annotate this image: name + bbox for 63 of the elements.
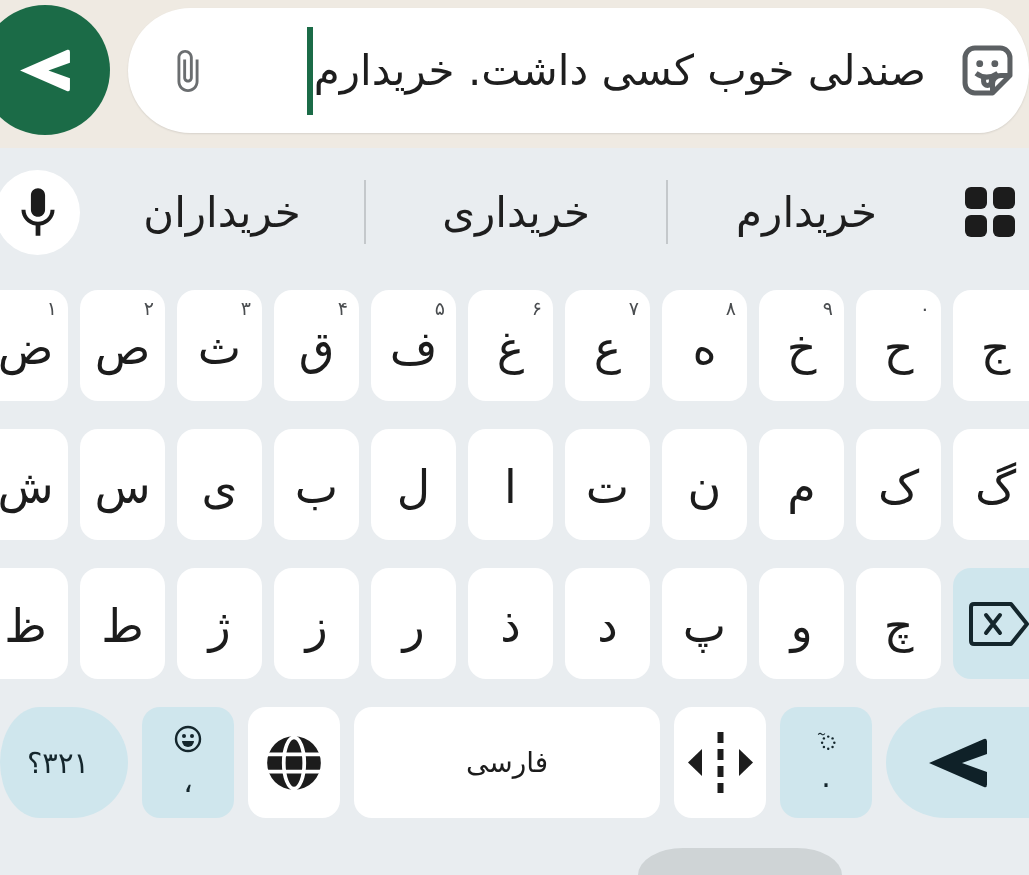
letter-key[interactable]: ض ۱ xyxy=(0,290,68,401)
key-hint: ۶ xyxy=(531,299,542,318)
letter-key[interactable]: د xyxy=(565,568,650,679)
letter-key[interactable]: خ ۹ xyxy=(759,290,844,401)
letter-key[interactable]: ث ۳ xyxy=(177,290,262,401)
key-hint: ۸ xyxy=(725,299,736,318)
sticker-icon[interactable] xyxy=(960,43,1015,98)
letter-key[interactable]: ی xyxy=(177,429,262,540)
suggestion[interactable]: خریداران xyxy=(143,187,301,237)
letter-key[interactable]: ق ۴ xyxy=(274,290,359,401)
letter-key[interactable]: س xyxy=(80,429,165,540)
letter-key[interactable]: ک xyxy=(856,429,941,540)
letter-key[interactable]: ل xyxy=(371,429,456,540)
letter-key[interactable]: ز xyxy=(274,568,359,679)
letter-key[interactable]: ا xyxy=(468,429,553,540)
letter-key[interactable]: ه ۸ xyxy=(662,290,747,401)
letter-key[interactable]: م xyxy=(759,429,844,540)
period-key[interactable]: . xyxy=(780,707,872,818)
grid-icon[interactable] xyxy=(965,187,1015,237)
letter-key[interactable]: ع ۷ xyxy=(565,290,650,401)
letter-key[interactable]: چ xyxy=(856,568,941,679)
letter-key[interactable]: ب xyxy=(274,429,359,540)
key-hint: ۵ xyxy=(434,299,445,318)
key-hint: ۳ xyxy=(240,299,251,318)
smiley-icon xyxy=(174,725,202,753)
letter-key[interactable]: ذ xyxy=(468,568,553,679)
suggestion[interactable]: خریدارم xyxy=(736,187,877,237)
letter-key[interactable]: ص ۲ xyxy=(80,290,165,401)
key-hint: ۲ xyxy=(143,299,154,318)
symbols-key[interactable]: ۱۲۳؟ xyxy=(0,707,128,818)
key-hint: ۰ xyxy=(919,299,930,318)
letter-key[interactable]: ظ xyxy=(0,568,68,679)
letter-key[interactable]: ج xyxy=(953,290,1029,401)
globe-icon xyxy=(266,734,322,791)
backspace-icon xyxy=(969,601,1029,646)
suggestion[interactable]: خریداری xyxy=(442,187,590,237)
space-key[interactable]: فارسی xyxy=(354,707,660,818)
dotted-circle-icon xyxy=(816,731,836,750)
cursor-arrows-icon xyxy=(687,732,753,793)
key-hint: ۷ xyxy=(628,299,639,318)
letter-key[interactable]: گ xyxy=(953,429,1029,540)
letter-key[interactable]: ط xyxy=(80,568,165,679)
cursor-key[interactable] xyxy=(674,707,766,818)
letter-key[interactable]: ت xyxy=(565,429,650,540)
key-hint: ۴ xyxy=(337,299,348,318)
letter-key[interactable]: ش xyxy=(0,429,68,540)
letter-key[interactable]: ن xyxy=(662,429,747,540)
backspace-key[interactable] xyxy=(953,568,1029,679)
letter-key[interactable]: غ ۶ xyxy=(468,290,553,401)
letter-key[interactable]: پ xyxy=(662,568,747,679)
letter-key[interactable]: ر xyxy=(371,568,456,679)
letter-key[interactable]: ح ۰ xyxy=(856,290,941,401)
enter-key[interactable] xyxy=(886,707,1029,818)
message-field[interactable]: صندلی خوب کسی داشت. خریدارم xyxy=(306,26,926,115)
letter-key[interactable]: و xyxy=(759,568,844,679)
key-hint: ۹ xyxy=(822,299,833,318)
letter-key[interactable]: ژ xyxy=(177,568,262,679)
language-key[interactable] xyxy=(248,707,340,818)
key-hint: ۱ xyxy=(46,299,57,318)
send-icon xyxy=(928,737,987,788)
letter-key[interactable]: ف ۵ xyxy=(371,290,456,401)
send-icon xyxy=(20,48,70,92)
emoji-key[interactable]: ، xyxy=(142,707,234,818)
